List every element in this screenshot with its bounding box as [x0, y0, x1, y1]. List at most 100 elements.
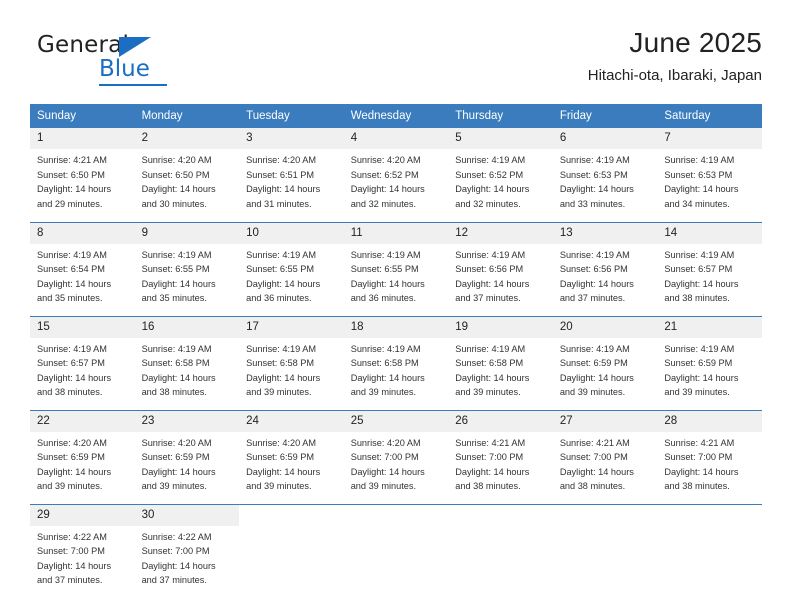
day-cell[interactable]: 3 Sunrise: 4:20 AM Sunset: 6:51 PM Dayli…: [239, 128, 344, 222]
day-cell[interactable]: 27 Sunrise: 4:21 AM Sunset: 7:00 PM Dayl…: [552, 409, 658, 505]
page-title: June 2025: [629, 27, 762, 58]
day-details: Sunrise: 4:20 AM Sunset: 6:59 PM Dayligh…: [239, 432, 344, 504]
day-details: Sunrise: 4:19 AM Sunset: 6:59 PM Dayligh…: [553, 338, 658, 410]
day-number: 9: [134, 222, 240, 244]
day-cell[interactable]: 9 Sunrise: 4:19 AM Sunset: 6:55 PM Dayli…: [134, 221, 240, 317]
sunrise-text: Sunrise: 4:20 AM: [246, 437, 317, 448]
day-details: Sunrise: 4:21 AM Sunset: 7:00 PM Dayligh…: [657, 432, 762, 504]
day-cell[interactable]: 30 Sunrise: 4:22 AM Sunset: 7:00 PM Dayl…: [134, 503, 240, 602]
daylight-text: Daylight: 14 hours and 32 minutes.: [455, 184, 530, 209]
weekday-header-wednesday: Wednesday: [343, 104, 449, 129]
calendar-week-row: 1 Sunrise: 4:21 AM Sunset: 6:50 PM Dayli…: [30, 128, 762, 222]
sunset-text: Sunset: 6:57 PM: [664, 264, 733, 275]
day-cell[interactable]: 18 Sunrise: 4:19 AM Sunset: 6:58 PM Dayl…: [343, 315, 449, 411]
logo-text-general: General: [37, 32, 130, 58]
daylight-text: Daylight: 14 hours and 37 minutes.: [141, 560, 216, 586]
day-number: 14: [657, 222, 762, 244]
day-details: Sunrise: 4:21 AM Sunset: 7:00 PM Dayligh…: [553, 432, 658, 504]
day-number: 8: [30, 222, 135, 244]
daylight-text: Daylight: 14 hours and 32 minutes.: [350, 184, 425, 209]
day-cell[interactable]: 19 Sunrise: 4:19 AM Sunset: 6:58 PM Dayl…: [448, 315, 553, 411]
day-cell[interactable]: 11 Sunrise: 4:19 AM Sunset: 6:55 PM Dayl…: [343, 221, 449, 317]
day-cell[interactable]: 12 Sunrise: 4:19 AM Sunset: 6:56 PM Dayl…: [448, 221, 553, 317]
day-number: 20: [552, 316, 658, 338]
day-cell[interactable]: 6 Sunrise: 4:19 AM Sunset: 6:53 PM Dayli…: [552, 128, 658, 222]
day-number: 13: [552, 222, 658, 244]
logo-flag-icon: [119, 37, 151, 57]
day-details: Sunrise: 4:19 AM Sunset: 6:55 PM Dayligh…: [239, 244, 344, 316]
daylight-text: Daylight: 14 hours and 39 minutes.: [350, 466, 425, 492]
day-details: [553, 526, 658, 602]
sunset-text: Sunset: 6:52 PM: [455, 169, 524, 180]
sunrise-text: Sunrise: 4:20 AM: [350, 155, 421, 166]
daylight-text: Daylight: 14 hours and 33 minutes.: [559, 184, 634, 209]
day-number: 26: [448, 410, 553, 432]
day-details: Sunrise: 4:19 AM Sunset: 6:58 PM Dayligh…: [344, 338, 449, 410]
sunrise-text: Sunrise: 4:19 AM: [246, 343, 317, 354]
logo-text-blue: Blue: [99, 56, 150, 82]
calendar-body: 1 Sunrise: 4:21 AM Sunset: 6:50 PM Dayli…: [30, 128, 762, 602]
day-details: Sunrise: 4:22 AM Sunset: 7:00 PM Dayligh…: [30, 526, 135, 598]
daylight-text: Daylight: 14 hours and 38 minutes.: [559, 466, 634, 492]
day-number: 18: [343, 316, 449, 338]
day-cell[interactable]: 16 Sunrise: 4:19 AM Sunset: 6:58 PM Dayl…: [134, 315, 240, 411]
day-cell[interactable]: 23 Sunrise: 4:20 AM Sunset: 6:59 PM Dayl…: [134, 409, 240, 505]
daylight-text: Daylight: 14 hours and 39 minutes.: [141, 466, 216, 492]
day-number: 22: [30, 410, 135, 432]
day-details: Sunrise: 4:19 AM Sunset: 6:58 PM Dayligh…: [135, 338, 240, 410]
daylight-text: Daylight: 14 hours and 37 minutes.: [37, 560, 112, 586]
day-details: [239, 526, 344, 602]
sunrise-text: Sunrise: 4:20 AM: [350, 437, 421, 448]
sunset-text: Sunset: 6:52 PM: [350, 169, 419, 180]
sunset-text: Sunset: 6:53 PM: [664, 169, 733, 180]
day-number: 17: [239, 316, 344, 338]
day-cell[interactable]: 29 Sunrise: 4:22 AM Sunset: 7:00 PM Dayl…: [30, 503, 135, 602]
day-cell[interactable]: 10 Sunrise: 4:19 AM Sunset: 6:55 PM Dayl…: [239, 221, 344, 317]
day-cell[interactable]: 28 Sunrise: 4:21 AM Sunset: 7:00 PM Dayl…: [657, 409, 762, 505]
sunset-text: Sunset: 6:58 PM: [246, 358, 315, 369]
day-cell[interactable]: 2 Sunrise: 4:20 AM Sunset: 6:50 PM Dayli…: [134, 128, 240, 222]
day-cell[interactable]: 4 Sunrise: 4:20 AM Sunset: 6:52 PM Dayli…: [343, 128, 449, 222]
day-cell[interactable]: 20 Sunrise: 4:19 AM Sunset: 6:59 PM Dayl…: [552, 315, 658, 411]
page-header: General Blue June 2025 Hitachi-ota, Ibar…: [30, 26, 762, 98]
daylight-text: Daylight: 14 hours and 31 minutes.: [246, 184, 321, 209]
day-details: Sunrise: 4:19 AM Sunset: 6:58 PM Dayligh…: [448, 338, 553, 410]
day-cell-empty: [657, 503, 762, 602]
day-number: 4: [343, 128, 449, 150]
day-number: 23: [134, 410, 240, 432]
sunrise-text: Sunrise: 4:19 AM: [455, 155, 526, 166]
day-cell[interactable]: 21 Sunrise: 4:19 AM Sunset: 6:59 PM Dayl…: [657, 315, 762, 411]
calendar-week-row: 15 Sunrise: 4:19 AM Sunset: 6:57 PM Dayl…: [30, 315, 762, 411]
day-cell[interactable]: 17 Sunrise: 4:19 AM Sunset: 6:58 PM Dayl…: [239, 315, 344, 411]
day-cell[interactable]: 26 Sunrise: 4:21 AM Sunset: 7:00 PM Dayl…: [448, 409, 553, 505]
sunrise-text: Sunrise: 4:19 AM: [350, 343, 421, 354]
sunset-text: Sunset: 6:58 PM: [350, 358, 419, 369]
day-details: [448, 526, 553, 602]
day-cell[interactable]: 14 Sunrise: 4:19 AM Sunset: 6:57 PM Dayl…: [657, 221, 762, 317]
day-number: 1: [30, 128, 135, 150]
day-cell[interactable]: 1 Sunrise: 4:21 AM Sunset: 6:50 PM Dayli…: [30, 128, 135, 222]
general-blue-logo[interactable]: General Blue: [37, 34, 217, 92]
sunset-text: Sunset: 6:56 PM: [559, 264, 628, 275]
day-details: Sunrise: 4:20 AM Sunset: 6:59 PM Dayligh…: [30, 432, 135, 504]
day-cell[interactable]: 13 Sunrise: 4:19 AM Sunset: 6:56 PM Dayl…: [552, 221, 658, 317]
day-details: Sunrise: 4:21 AM Sunset: 7:00 PM Dayligh…: [448, 432, 553, 504]
day-number: 10: [239, 222, 344, 244]
weekday-header-saturday: Saturday: [657, 104, 762, 129]
weekday-header-friday: Friday: [552, 104, 658, 129]
day-details: Sunrise: 4:20 AM Sunset: 7:00 PM Dayligh…: [344, 432, 449, 504]
day-cell[interactable]: 25 Sunrise: 4:20 AM Sunset: 7:00 PM Dayl…: [343, 409, 449, 505]
day-cell[interactable]: 22 Sunrise: 4:20 AM Sunset: 6:59 PM Dayl…: [30, 409, 135, 505]
sunset-text: Sunset: 6:59 PM: [559, 358, 628, 369]
sunrise-text: Sunrise: 4:19 AM: [350, 249, 421, 260]
sunrise-text: Sunrise: 4:19 AM: [37, 343, 107, 354]
sunrise-text: Sunrise: 4:19 AM: [664, 155, 735, 166]
sunset-text: Sunset: 6:58 PM: [141, 358, 210, 369]
day-cell[interactable]: 15 Sunrise: 4:19 AM Sunset: 6:57 PM Dayl…: [30, 315, 135, 411]
day-cell[interactable]: 7 Sunrise: 4:19 AM Sunset: 6:53 PM Dayli…: [657, 128, 762, 222]
sunset-text: Sunset: 6:55 PM: [350, 264, 419, 275]
daylight-text: Daylight: 14 hours and 38 minutes.: [455, 466, 530, 492]
day-cell[interactable]: 8 Sunrise: 4:19 AM Sunset: 6:54 PM Dayli…: [30, 221, 135, 317]
day-cell[interactable]: 5 Sunrise: 4:19 AM Sunset: 6:52 PM Dayli…: [448, 128, 553, 222]
day-cell[interactable]: 24 Sunrise: 4:20 AM Sunset: 6:59 PM Dayl…: [239, 409, 344, 505]
